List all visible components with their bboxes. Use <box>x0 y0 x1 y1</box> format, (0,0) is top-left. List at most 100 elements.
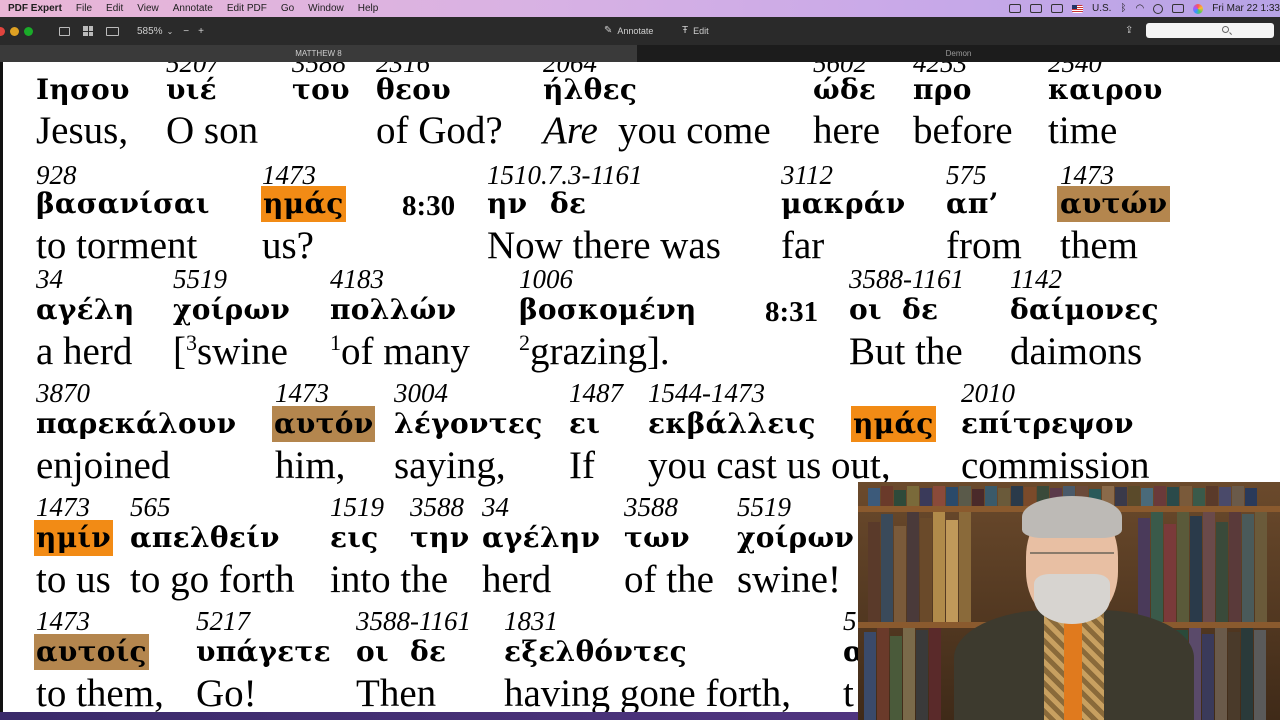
presenter-beard <box>1034 574 1110 624</box>
control-center-icon[interactable] <box>1172 4 1185 13</box>
minimize-window-button[interactable] <box>10 26 19 36</box>
greek-word: εκβάλλεις <box>648 407 816 440</box>
strongs-number: 1831 <box>504 606 558 636</box>
greek-word: αγέλη <box>36 293 135 326</box>
page-layout-button[interactable] <box>106 26 119 36</box>
bookshelf-books <box>868 512 972 622</box>
bookshelf-books <box>864 628 942 720</box>
english-gloss: from <box>946 224 1022 267</box>
english-gloss: you come <box>618 109 771 152</box>
menu-file[interactable]: File <box>69 3 99 14</box>
annotate-button[interactable]: ✎ Annotate <box>604 25 653 36</box>
greek-word: πολλών <box>330 293 457 326</box>
zoom-select[interactable]: 585% ⌄ <box>137 26 173 37</box>
english-gloss: of the <box>624 558 714 601</box>
strongs-number: 1473 <box>275 378 329 408</box>
menu-edit-pdf[interactable]: Edit PDF <box>220 3 274 14</box>
greek-word: αγέλην <box>482 521 601 554</box>
strongs-number: 5 <box>843 606 857 636</box>
menu-clock[interactable]: Fri Mar 22 1:33 <box>1212 3 1280 14</box>
tab-matthew-8[interactable]: MATTHEW 8 <box>0 45 637 62</box>
strongs-number: 575 <box>946 160 987 190</box>
edit-button[interactable]: Ŧ Edit <box>682 25 709 36</box>
greek-word: Ιησου <box>36 73 130 106</box>
english-gloss: daimons <box>1010 330 1143 373</box>
menu-help[interactable]: Help <box>351 3 386 14</box>
tab-demon[interactable]: Demon <box>637 45 1280 62</box>
english-gloss: herd <box>482 558 552 601</box>
search-icon[interactable] <box>1153 3 1164 14</box>
close-window-button[interactable] <box>0 26 5 36</box>
grid-icon <box>83 26 93 36</box>
english-gloss: 2grazing]. <box>519 330 670 373</box>
strongs-number: 928 <box>36 160 77 190</box>
greek-word: επίτρεψον <box>961 407 1134 440</box>
strongs-number: 3112 <box>781 160 833 190</box>
presenter-hair <box>1022 496 1122 538</box>
bluetooth-icon[interactable]: ᛒ <box>1120 3 1126 14</box>
greek-word: καιρου <box>1048 73 1163 106</box>
siri-icon[interactable] <box>1193 3 1204 14</box>
greek-word: μακράν <box>781 187 906 220</box>
edit-label: Edit <box>693 25 709 36</box>
greek-word: βασανίσαι <box>36 187 210 220</box>
zoom-in-button[interactable]: + <box>198 26 204 37</box>
screen-record-icon[interactable] <box>1009 4 1021 13</box>
greek-word: απ’ <box>946 187 999 220</box>
strongs-number: 1473 <box>36 492 90 522</box>
menu-bar: PDF Expert File Edit View Annotate Edit … <box>0 0 1280 17</box>
sidebar-icon <box>59 26 70 36</box>
strongs-number: 5519 <box>173 264 227 294</box>
english-gloss: of God? <box>376 109 503 152</box>
english-gloss: into the <box>330 558 449 601</box>
zoom-window-button[interactable] <box>24 26 33 36</box>
strongs-number: 2010 <box>961 378 1015 408</box>
strongs-number: 1487 <box>569 378 623 408</box>
greek-word: δε <box>550 187 587 220</box>
greek-word: ει <box>569 407 601 440</box>
share-icon: ⇪ <box>1125 25 1134 36</box>
english-gloss: enjoined <box>36 444 171 487</box>
wd-drive-icon[interactable] <box>1030 4 1042 13</box>
menu-edit[interactable]: Edit <box>99 3 130 14</box>
english-gloss: Now there was <box>487 224 721 267</box>
english-gloss: 1of many <box>330 330 470 373</box>
english-gloss: a herd <box>36 330 133 373</box>
strongs-number: 3588-1161 <box>849 264 964 294</box>
search-field[interactable] <box>1146 23 1274 38</box>
menu-app-name[interactable]: PDF Expert <box>6 3 69 14</box>
status-area: U.S. ᛒ ◠ Fri Mar 22 1:33 <box>1009 0 1280 17</box>
share-button[interactable]: ⇪ <box>1125 25 1133 36</box>
menu-view[interactable]: View <box>130 3 166 14</box>
input-source-label[interactable]: U.S. <box>1092 3 1111 14</box>
menu-go[interactable]: Go <box>274 3 301 14</box>
tab-bar: MATTHEW 8 Demon <box>0 45 1280 62</box>
strongs-number: 3004 <box>394 378 448 408</box>
strongs-number: 3870 <box>36 378 90 408</box>
us-flag-icon[interactable] <box>1072 4 1083 13</box>
english-gloss: having gone forth, <box>504 672 792 715</box>
greek-word: προ <box>913 73 972 106</box>
box-icon[interactable] <box>1051 4 1063 13</box>
page-left-edge <box>0 62 3 720</box>
menu-window[interactable]: Window <box>301 3 351 14</box>
english-gloss: to us <box>36 558 111 601</box>
strongs-number: 1142 <box>1010 264 1062 294</box>
sidebar-toggle-button[interactable] <box>59 26 70 36</box>
greek-word: δε <box>410 635 447 668</box>
zoom-value: 585% <box>137 25 163 37</box>
strongs-number: 34 <box>36 264 63 294</box>
greek-word: ήλθες <box>543 73 638 106</box>
greek-word: ώδε <box>813 73 877 106</box>
english-gloss: him, <box>275 444 346 487</box>
wifi-icon[interactable]: ◠ <box>1135 3 1144 14</box>
menu-annotate[interactable]: Annotate <box>166 3 220 14</box>
strongs-number: 1510.7.3-1161 <box>487 160 643 190</box>
highlighted-greek-word: ημίν <box>34 520 114 556</box>
greek-word: υιέ <box>166 73 217 106</box>
thumbnails-button[interactable] <box>83 26 93 36</box>
strongs-number: 5217 <box>196 606 250 636</box>
english-gloss: But the <box>849 330 963 373</box>
highlighted-greek-word: αυτόν <box>272 406 376 442</box>
zoom-out-button[interactable]: − <box>183 26 189 37</box>
